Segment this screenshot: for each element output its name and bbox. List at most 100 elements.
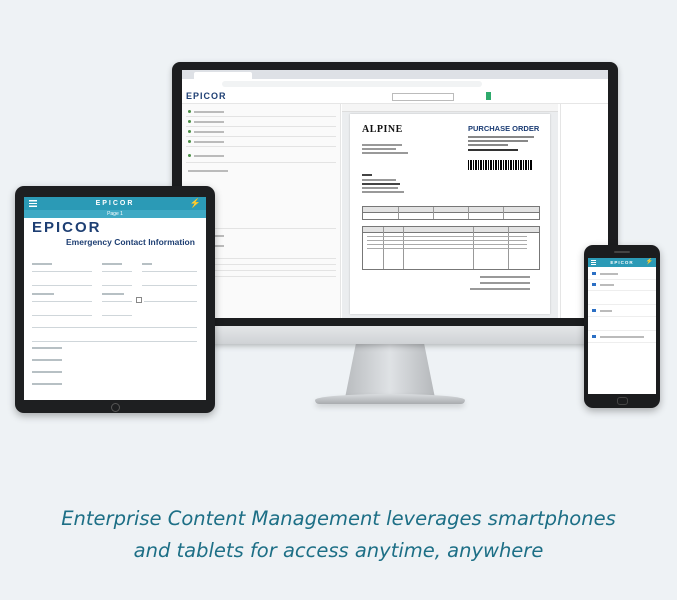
form-field[interactable] [102,309,132,316]
menu-item-icon [592,283,596,286]
table-row [367,244,527,246]
field-label [32,347,62,349]
table-header [363,207,539,213]
checkbox[interactable] [136,297,142,303]
tree-divider [186,116,336,117]
lightning-bolt-icon[interactable]: ⚡ [646,258,653,267]
image-caption: Enterprise Content Management leverages … [0,503,677,567]
monitor-stand-base [315,394,465,404]
address-line [362,183,400,185]
caption-line-1: Enterprise Content Management leverages … [61,507,616,530]
menu-item-icon [592,272,596,275]
tree-divider [186,146,336,147]
menu-item-text [600,273,618,275]
form-field[interactable] [142,279,197,286]
table-column-rule [433,207,434,219]
tree-node-text [194,121,224,123]
monitor-stand-neck [345,344,435,398]
tree-node-text [194,131,224,133]
vendor-logo: ALPINE [362,124,403,135]
document-text-line [468,149,518,151]
form-field[interactable] [142,265,197,272]
table-row [367,240,527,242]
epicor-logo: EPICOR [32,219,102,236]
table-column-rule [468,207,469,219]
tablet-home-button[interactable] [111,403,120,412]
tablet-brand: EPICOR [95,200,135,207]
total-line [480,276,530,278]
address-line [362,187,398,189]
form-field[interactable] [32,321,197,328]
field-label [32,371,62,373]
app-header: EPICOR [182,89,608,104]
barcode-graphic [468,160,532,170]
tablet-device: EPICOR ⚡ Page 1 EPICOR Emergency Contact… [15,186,215,413]
menu-item-text [600,310,612,312]
form-field[interactable] [32,265,92,272]
address-field [222,81,482,87]
address-line [362,174,372,176]
tree-node-icon [188,110,191,113]
form-field[interactable] [32,335,197,342]
address-line [362,148,396,150]
menu-item-icon [592,309,596,312]
app-green-indicator [486,92,491,100]
line-items-table [362,226,540,270]
menu-item-text [600,336,644,338]
form-field[interactable] [32,295,92,302]
total-line [470,288,530,290]
address-line [362,144,402,146]
table-row [367,248,527,250]
tree-node-text [194,155,224,157]
tree-node-text [188,170,228,172]
browser-tab [194,72,252,79]
form-field[interactable] [32,279,92,286]
document-text-line [468,140,528,142]
tree-divider [186,162,336,163]
menu-item-icon [592,335,596,338]
document-text-line [468,136,534,138]
total-line [480,282,530,284]
monitor-chin [172,326,618,344]
order-summary-table [362,206,540,220]
form-field[interactable] [102,295,132,302]
browser-tab-strip [182,70,608,79]
form-field[interactable] [144,295,197,302]
caption-line-2: and tablets for access anytime, anywhere [133,539,544,562]
smartphone-device: EPICOR ⚡ [584,245,660,408]
table-header [363,227,539,233]
tree-node-text [194,111,224,113]
table-column-rule [503,207,504,219]
tree-node-icon [188,120,191,123]
phone-menu-item[interactable] [588,316,656,331]
form-title: Emergency Contact Information [66,237,195,247]
app-search-box [392,93,454,101]
phone-home-button[interactable] [617,397,628,405]
document-text-line [468,144,508,146]
phone-app-bar: EPICOR ⚡ [588,258,656,267]
tablet-app-bar: EPICOR ⚡ [24,197,206,210]
monitor-screen: EPICOR ALPINE PURCHASE ORDER [182,70,608,318]
desktop-monitor: EPICOR ALPINE PURCHASE ORDER [172,62,618,344]
phone-screen: EPICOR ⚡ [588,258,656,394]
tree-node-icon [188,130,191,133]
document-title: PURCHASE ORDER [468,124,540,133]
device-scene: EPICOR ALPINE PURCHASE ORDER EPICOR ⚡ Pa… [0,0,677,470]
address-line [362,191,404,193]
phone-menu-item[interactable] [588,290,656,305]
tree-divider [186,136,336,137]
address-line [362,152,408,154]
form-field[interactable] [32,309,92,316]
app-logo: EPICOR [186,91,227,101]
tree-node-icon [188,140,191,143]
lightning-bolt-icon[interactable]: ⚡ [190,198,201,209]
field-label [32,383,62,385]
table-row [367,236,527,238]
form-field[interactable] [102,265,132,272]
phone-speaker [614,251,630,253]
menu-item-text [600,284,614,286]
tablet-screen: EPICOR ⚡ Page 1 EPICOR Emergency Contact… [24,197,206,400]
phone-menu-item[interactable] [588,331,656,343]
form-field[interactable] [102,279,132,286]
tree-node-icon [188,154,191,157]
